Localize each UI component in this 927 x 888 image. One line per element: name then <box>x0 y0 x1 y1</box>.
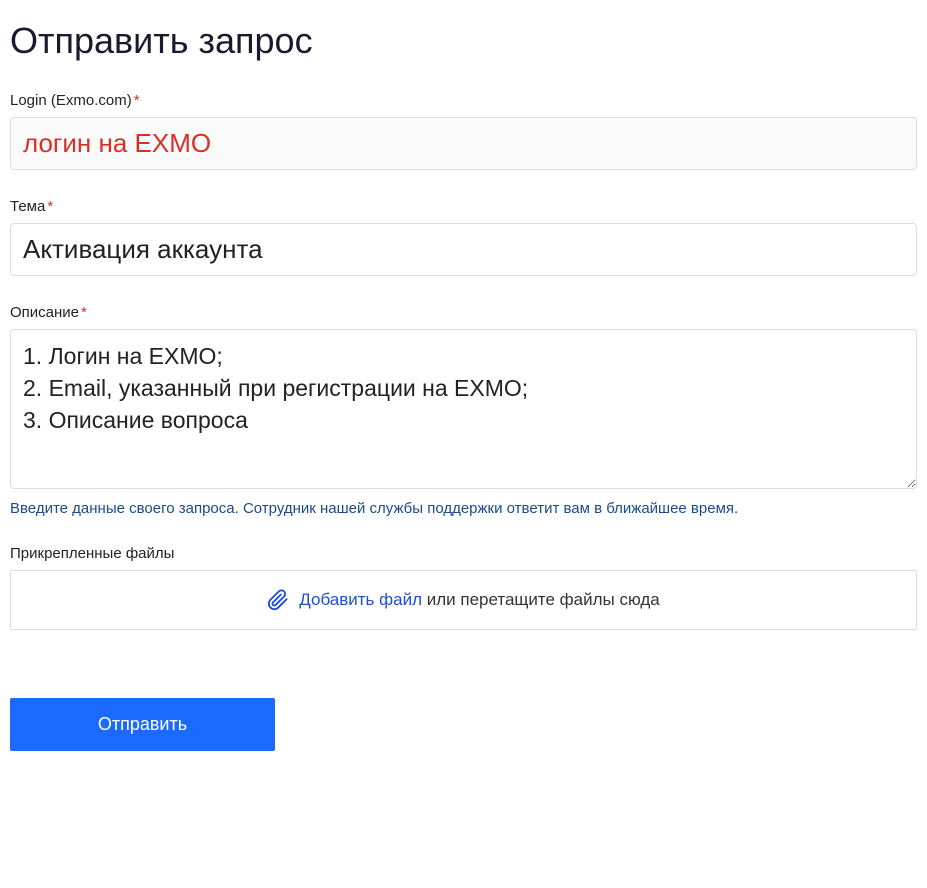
login-input[interactable] <box>10 117 917 170</box>
subject-label-text: Тема <box>10 198 45 215</box>
required-mark: * <box>47 198 53 215</box>
login-label-text: Login (Exmo.com) <box>10 92 132 109</box>
subject-field-group: Тема* <box>10 198 917 276</box>
subject-label: Тема* <box>10 198 917 215</box>
file-drop-zone[interactable]: Добавить файл или перетащите файлы сюда <box>10 570 917 630</box>
required-mark: * <box>81 304 87 321</box>
submit-button[interactable]: Отправить <box>10 698 275 751</box>
paperclip-icon <box>267 589 289 611</box>
subject-input[interactable] <box>10 223 917 276</box>
description-hint: Введите данные своего запроса. Сотрудник… <box>10 500 917 517</box>
attachments-field-group: Прикрепленные файлы Добавить файл или пе… <box>10 545 917 630</box>
login-field-group: Login (Exmo.com)* <box>10 92 917 170</box>
add-file-link[interactable]: Добавить файл <box>299 590 422 609</box>
page-title: Отправить запрос <box>10 20 917 62</box>
description-label: Описание* <box>10 304 917 321</box>
attachments-label: Прикрепленные файлы <box>10 545 917 562</box>
drag-file-text: или перетащите файлы сюда <box>422 590 660 609</box>
login-label: Login (Exmo.com)* <box>10 92 917 109</box>
description-field-group: Описание* Введите данные своего запроса.… <box>10 304 917 517</box>
description-label-text: Описание <box>10 304 79 321</box>
required-mark: * <box>134 92 140 109</box>
description-textarea[interactable] <box>10 329 917 489</box>
